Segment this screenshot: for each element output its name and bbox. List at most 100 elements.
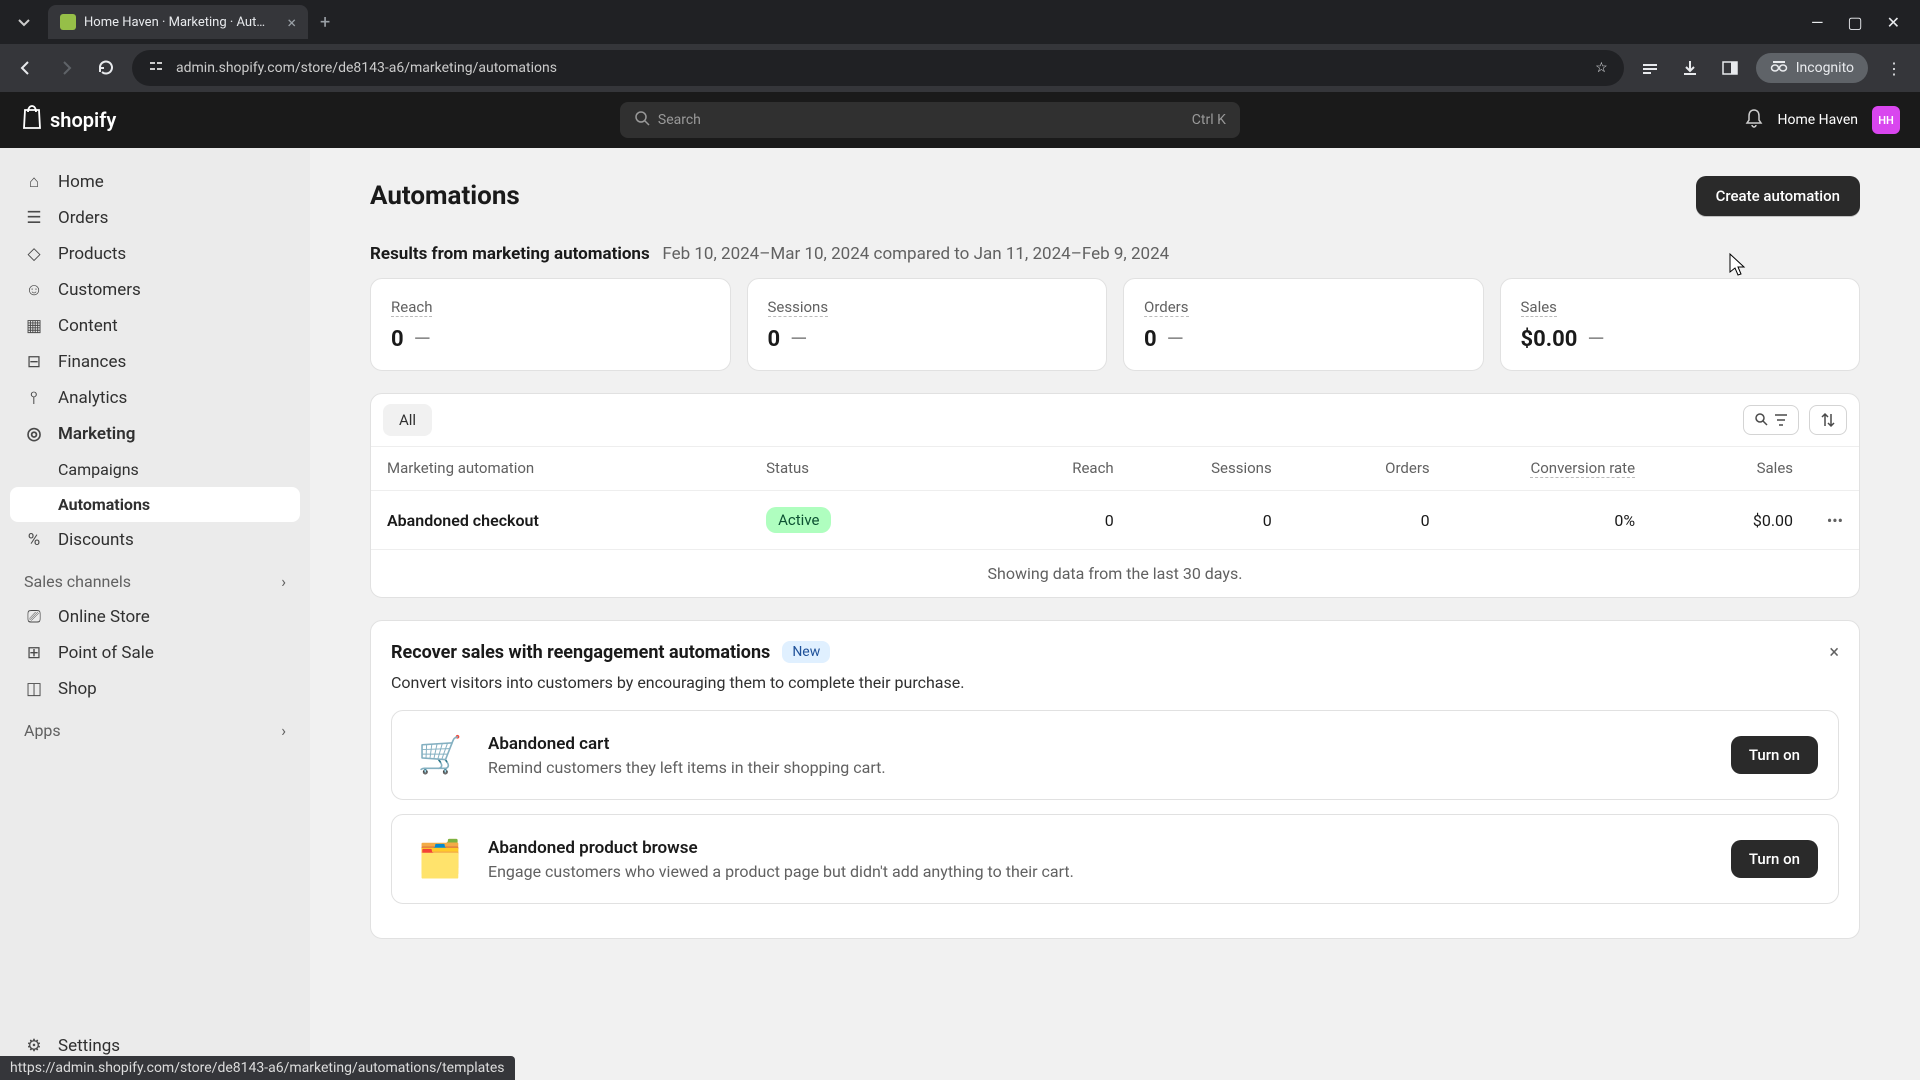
sidebar-item-pos[interactable]: ⊞Point of Sale [10,635,300,671]
metric-card-orders[interactable]: Orders 0— [1123,278,1484,371]
bookmark-icon[interactable]: ☆ [1595,60,1608,76]
metric-card-sessions[interactable]: Sessions 0— [747,278,1108,371]
table-footer: Showing data from the last 30 days. [371,549,1859,597]
close-icon[interactable]: × [1829,642,1839,663]
metric-delta: — [1167,327,1184,352]
status-badge: Active [766,507,831,533]
reload-button[interactable] [92,54,120,82]
sidebar-item-content[interactable]: ▦Content [10,308,300,344]
back-button[interactable] [12,54,40,82]
col-header: Reach [956,459,1114,478]
promo-item-desc: Remind customers they left items in thei… [488,758,1711,777]
col-header: Sessions [1114,459,1272,478]
sidebar-item-discounts[interactable]: %Discounts [10,522,300,558]
window-controls: — ▢ ✕ [1811,13,1912,32]
nav-label: Point of Sale [58,643,154,663]
shopify-bag-icon [20,104,44,136]
turn-on-button[interactable]: Turn on [1731,736,1818,774]
search-input[interactable]: Search Ctrl K [620,102,1240,138]
apps-header[interactable]: Apps› [10,707,300,748]
row-actions-button[interactable]: ••• [1793,511,1843,530]
minimize-icon[interactable]: — [1811,13,1824,32]
sidebar-item-campaigns[interactable]: Campaigns [10,452,300,487]
search-filter-button[interactable] [1743,405,1799,435]
sidebar-item-home[interactable]: ⌂Home [10,164,300,200]
cell-conversion: 0% [1430,511,1635,530]
create-automation-button[interactable]: Create automation [1696,176,1860,216]
col-header: Sales [1635,459,1793,478]
nav-label: Customers [58,280,141,300]
cart-icon: 🛒 [412,727,468,783]
sidebar-item-analytics[interactable]: ⫯Analytics [10,380,300,416]
results-header: Results from marketing automations Feb 1… [370,244,1860,264]
close-window-icon[interactable]: ✕ [1887,13,1900,32]
forward-button[interactable] [52,54,80,82]
sidebar-item-online-store[interactable]: ⎚Online Store [10,599,300,635]
notifications-icon[interactable] [1744,108,1764,132]
cell-orders: 0 [1272,511,1430,530]
cell-reach: 0 [956,511,1114,530]
nav-label: Online Store [58,607,150,627]
metric-delta: — [414,327,431,352]
metric-card-sales[interactable]: Sales $0.00— [1500,278,1861,371]
browser-tab[interactable]: Home Haven · Marketing · Aut… × [48,5,308,39]
metric-delta: — [790,327,807,352]
sort-button[interactable] [1809,405,1847,435]
table-row[interactable]: Abandoned checkout Active 0 0 0 0% $0.00… [371,491,1859,549]
close-tab-icon[interactable]: × [287,13,296,32]
analytics-icon: ⫯ [24,388,44,408]
url-bar[interactable]: admin.shopify.com/store/de8143-a6/market… [132,50,1624,86]
sidebar-item-finances[interactable]: ⊟Finances [10,344,300,380]
menu-icon[interactable]: ⋮ [1880,54,1908,82]
sidebar-item-customers[interactable]: ☺Customers [10,272,300,308]
metric-card-reach[interactable]: Reach 0— [370,278,731,371]
metrics-row: Reach 0— Sessions 0— Orders 0— Sales $0.… [370,278,1860,371]
tab-title: Home Haven · Marketing · Aut… [84,15,265,30]
sidebar-item-automations[interactable]: Automations [10,487,300,522]
sidebar-item-shop[interactable]: ◫Shop [10,671,300,707]
tab-search-button[interactable] [8,6,40,38]
promo-desc: Convert visitors into customers by encou… [391,673,1839,692]
nav-label: Automations [58,495,150,514]
gear-icon: ⚙ [24,1036,44,1056]
metric-label: Reach [391,298,432,317]
new-tab-button[interactable]: + [320,12,330,33]
shopify-logo[interactable]: shopify [20,104,116,136]
downloads-icon[interactable] [1676,54,1704,82]
promo-title: Recover sales with reengagement automati… [391,642,770,663]
turn-on-button[interactable]: Turn on [1731,840,1818,878]
table-header-row: Marketing automation Status Reach Sessio… [371,446,1859,491]
metric-label: Orders [1144,298,1189,317]
sidebar-item-orders[interactable]: ☰ Orders [10,200,300,236]
nav-label: Marketing [58,424,135,444]
avatar[interactable]: HH [1872,106,1900,134]
incognito-icon [1770,59,1788,77]
maximize-icon[interactable]: ▢ [1847,13,1862,32]
col-header: Conversion rate [1430,459,1635,478]
sidebar: ⌂Home ☰ Orders ◇Products ☺Customers ▦Cont… [0,148,310,1080]
url-text: admin.shopify.com/store/de8143-a6/market… [176,60,557,76]
media-icon[interactable] [1636,54,1664,82]
nav-label: Orders [58,208,108,228]
sidebar-item-products[interactable]: ◇Products [10,236,300,272]
col-header: Marketing automation [387,459,766,478]
chevron-right-icon: › [281,721,286,740]
new-badge: New [782,641,830,663]
filter-all[interactable]: All [383,404,432,436]
results-label: Results from marketing automations [370,244,650,264]
store-name[interactable]: Home Haven [1778,112,1859,128]
results-date: Feb 10, 2024–Mar 10, 2024 compared to Ja… [654,244,1169,264]
orders-icon: ☰ [24,208,44,228]
sidebar-item-marketing[interactable]: ◎Marketing [10,416,300,452]
sidepanel-icon[interactable] [1716,54,1744,82]
cell-sales: $0.00 [1635,511,1793,530]
site-settings-icon[interactable] [148,58,164,78]
incognito-badge[interactable]: Incognito [1756,53,1868,83]
nav-label: Home [58,172,104,192]
sales-channels-header[interactable]: Sales channels› [10,558,300,599]
nav-label: Shop [58,679,97,699]
nav-label: Campaigns [58,460,139,479]
section-label: Sales channels [24,572,131,591]
promo-item-title: Abandoned product browse [488,838,1711,858]
app-header: shopify Search Ctrl K Home Haven HH [0,92,1920,148]
